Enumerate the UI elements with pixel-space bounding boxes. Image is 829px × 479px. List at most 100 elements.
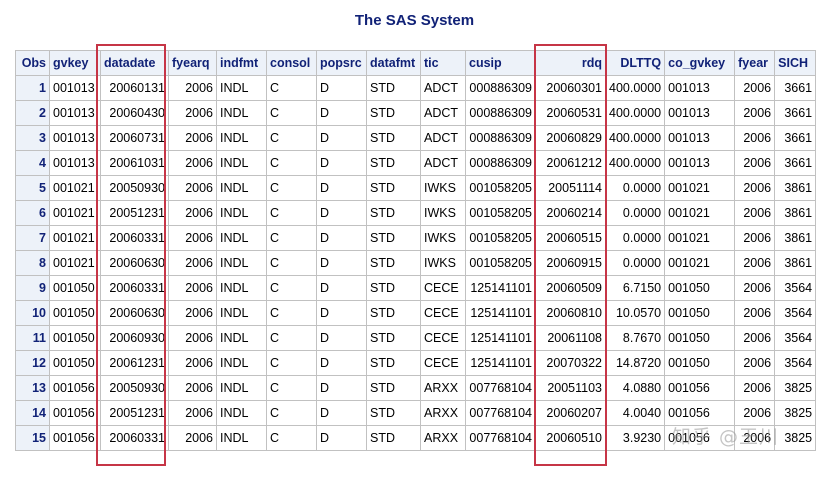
cell-datafmt: STD xyxy=(366,325,421,351)
cell-gvkey: 001056 xyxy=(49,400,101,426)
cell-gvkey: 001050 xyxy=(49,325,101,351)
cell-rdq: 20061212 xyxy=(535,150,606,176)
cell-cusip: 000886309 xyxy=(465,75,536,101)
cell-sich: 3825 xyxy=(774,375,817,401)
cell-dlttq: 4.0040 xyxy=(604,400,666,426)
cell-dlttq: 400.0000 xyxy=(604,125,666,151)
cell-tic: IWKS xyxy=(420,250,466,276)
cell-dlttq: 10.0570 xyxy=(604,300,666,326)
cell-cusip: 000886309 xyxy=(465,150,536,176)
cell-obs: 11 xyxy=(15,325,50,351)
cell-datadate: 20050930 xyxy=(100,175,169,201)
cell-indfmt: INDL xyxy=(216,275,267,301)
cell-obs: 4 xyxy=(15,150,50,176)
cell-datafmt: STD xyxy=(366,175,421,201)
cell-dlttq: 0.0000 xyxy=(604,225,666,251)
cell-consol: C xyxy=(266,125,317,151)
cell-gvkey: 001050 xyxy=(49,275,101,301)
cell-fyearq: 2006 xyxy=(168,275,217,301)
cell-datadate: 20061031 xyxy=(100,150,169,176)
cell-obs: 8 xyxy=(15,250,50,276)
cell-fyearq: 2006 xyxy=(168,375,217,401)
cell-tic: ADCT xyxy=(420,75,466,101)
column-header-datafmt: datafmt xyxy=(366,50,421,76)
cell-sich: 3861 xyxy=(774,175,817,201)
cell-popsrc: D xyxy=(316,75,367,101)
cell-popsrc: D xyxy=(316,300,367,326)
cell-consol: C xyxy=(266,200,317,226)
cell-fyear: 2006 xyxy=(734,275,776,301)
cell-fyearq: 2006 xyxy=(168,150,217,176)
cell-tic: ARXX xyxy=(420,375,466,401)
column-header-consol: consol xyxy=(266,50,317,76)
cell-fyear: 2006 xyxy=(734,225,776,251)
cell-popsrc: D xyxy=(316,200,367,226)
cell-fyear: 2006 xyxy=(734,350,776,376)
table-row: 1 001013 20060131 2006 INDL C D STD ADCT 00088630… xyxy=(15,75,817,101)
cell-cusip: 001058205 xyxy=(465,225,536,251)
cell-obs: 7 xyxy=(15,225,50,251)
cell-indfmt: INDL xyxy=(216,150,267,176)
cell-fyear: 2006 xyxy=(734,375,776,401)
cell-fyear: 2006 xyxy=(734,150,776,176)
cell-gvkey: 001021 xyxy=(49,250,101,276)
cell-datadate: 20051231 xyxy=(100,200,169,226)
cell-datafmt: STD xyxy=(366,75,421,101)
cell-tic: IWKS xyxy=(420,225,466,251)
cell-sich: 3564 xyxy=(774,350,817,376)
cell-fyearq: 2006 xyxy=(168,425,217,451)
column-header-cusip: cusip xyxy=(465,50,536,76)
cell-indfmt: INDL xyxy=(216,400,267,426)
table-row: 13 001056 20050930 2006 INDL C D STD ARXX 0077681… xyxy=(15,375,817,401)
cell-indfmt: INDL xyxy=(216,200,267,226)
cell-sich: 3564 xyxy=(774,325,817,351)
cell-fyear: 2006 xyxy=(734,250,776,276)
cell-fyearq: 2006 xyxy=(168,175,217,201)
table-header-row: Obs gvkey datadate fyearq indfmt consol popsrc… xyxy=(15,50,817,76)
cell-indfmt: INDL xyxy=(216,225,267,251)
cell-co_gvkey: 001013 xyxy=(664,75,736,101)
cell-co_gvkey: 001050 xyxy=(664,350,736,376)
cell-consol: C xyxy=(266,425,317,451)
cell-co_gvkey: 001056 xyxy=(664,375,736,401)
cell-datadate: 20050930 xyxy=(100,375,169,401)
cell-fyear: 2006 xyxy=(734,100,776,126)
cell-popsrc: D xyxy=(316,175,367,201)
cell-fyearq: 2006 xyxy=(168,325,217,351)
cell-fyearq: 2006 xyxy=(168,125,217,151)
cell-datadate: 20060331 xyxy=(100,275,169,301)
cell-dlttq: 8.7670 xyxy=(604,325,666,351)
cell-datafmt: STD xyxy=(366,225,421,251)
cell-consol: C xyxy=(266,325,317,351)
cell-popsrc: D xyxy=(316,125,367,151)
cell-consol: C xyxy=(266,350,317,376)
cell-dlttq: 4.0880 xyxy=(604,375,666,401)
cell-popsrc: D xyxy=(316,375,367,401)
cell-obs: 1 xyxy=(15,75,50,101)
cell-datadate: 20060630 xyxy=(100,250,169,276)
cell-dlttq: 400.0000 xyxy=(604,150,666,176)
cell-gvkey: 001021 xyxy=(49,225,101,251)
cell-cusip: 001058205 xyxy=(465,200,536,226)
column-header-dlttq: DLTTQ xyxy=(604,50,666,76)
cell-tic: ADCT xyxy=(420,150,466,176)
cell-consol: C xyxy=(266,225,317,251)
cell-popsrc: D xyxy=(316,400,367,426)
cell-fyearq: 2006 xyxy=(168,100,217,126)
cell-cusip: 125141101 xyxy=(465,275,536,301)
cell-obs: 12 xyxy=(15,350,50,376)
cell-rdq: 20051103 xyxy=(535,375,606,401)
cell-dlttq: 400.0000 xyxy=(604,75,666,101)
cell-cusip: 000886309 xyxy=(465,100,536,126)
cell-sich: 3825 xyxy=(774,400,817,426)
cell-co_gvkey: 001013 xyxy=(664,100,736,126)
column-header-co_gvkey: co_gvkey xyxy=(664,50,736,76)
cell-tic: CECE xyxy=(420,325,466,351)
cell-consol: C xyxy=(266,400,317,426)
cell-dlttq: 14.8720 xyxy=(604,350,666,376)
column-header-gvkey: gvkey xyxy=(49,50,101,76)
table-row: 5 001021 20050930 2006 INDL C D STD IWKS 00105820… xyxy=(15,175,817,201)
cell-obs: 5 xyxy=(15,175,50,201)
cell-obs: 3 xyxy=(15,125,50,151)
cell-co_gvkey: 001013 xyxy=(664,125,736,151)
